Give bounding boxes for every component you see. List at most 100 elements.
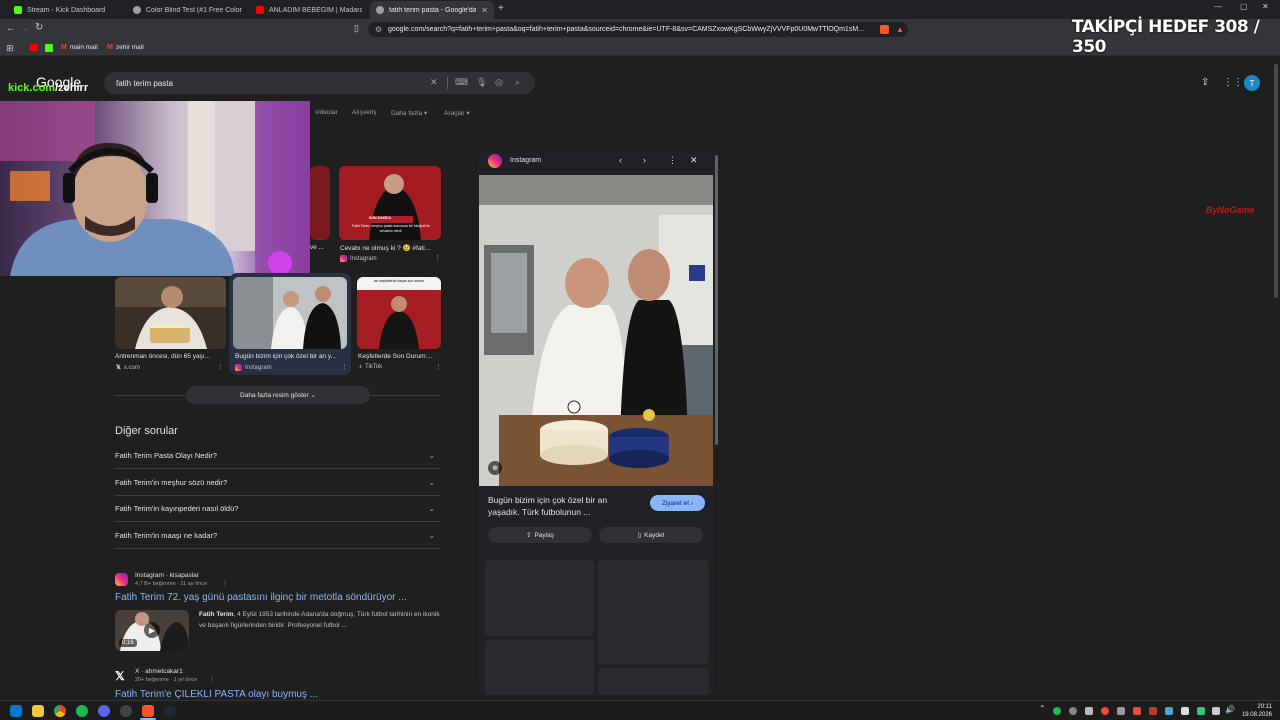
bookmark-zehir-mail[interactable]: Mzehir mail [107,44,144,51]
image-preview-panel: Instagram ‹ › ⋮ ✕ ⊕ Bugün bizim için çok… [479,150,715,695]
result-title-link[interactable]: Fatih Terim 72. yaş günü pastasını ilgin… [115,592,407,603]
minimize-icon[interactable]: — [1214,2,1222,11]
volume-icon[interactable]: 🔊 [1225,705,1235,714]
result-handle: ahmetcakar1 [145,668,183,675]
tab-videos[interactable]: videolar [315,109,338,116]
address-bar[interactable]: ⚙ google.com/search?q=fatih+terim+pasta&… [368,22,908,37]
new-tab-icon[interactable]: + [498,3,504,14]
maximize-icon[interactable]: ▢ [1240,2,1248,11]
paa-question[interactable]: Fatih Terim Pasta Olayı Nedir? ⌄ [115,442,441,468]
image-result-thumbnail[interactable] [115,277,226,349]
image-result-caption[interactable]: Cevabı ne olmuş ki ? 😢 #fati... [340,244,438,252]
tray-icon[interactable] [1101,707,1109,715]
image-result-caption[interactable]: Bugün bizim için çok özel bir an y... [235,353,345,360]
result-title-link[interactable]: Fatih Terim'e ÇİLEKLİ PASTA olayı buymuş… [115,689,318,700]
panel-source[interactable]: Instagram [510,157,541,164]
tray-icon[interactable] [1197,707,1205,715]
close-panel-icon[interactable]: ✕ [690,155,698,166]
bookmark-star-icon[interactable]: ▯ [354,23,359,34]
result-source[interactable]: Instagram · kisapaslar [135,572,199,579]
bookmark-main-mail[interactable]: Mmain mail [61,44,98,51]
brave-shield-icon[interactable] [880,25,889,34]
image-result-caption[interactable]: ve ... [310,244,332,251]
paa-question[interactable]: Fatih Terim'in meşhur sözü nedir? ⌄ [115,469,441,495]
microphone-icon[interactable]: 🎙 [476,77,487,88]
keyboard-icon[interactable]: ⌨ [455,77,468,88]
google-apps-icon[interactable]: ⋮⋮ [1223,77,1243,88]
tab-more[interactable]: Daha fazla ▾ [391,109,427,117]
image-result-caption[interactable]: Keşfetlerde Son Durum:... [358,353,436,360]
tray-chevron-icon[interactable]: ⌃ [1039,704,1046,713]
panel-caption[interactable]: Bugün bizim için çok özel bir an yaşadık… [488,494,628,518]
tab-kick[interactable]: Stream - Kick Dashboard [8,1,125,19]
youtube-bookmark-icon[interactable] [30,44,38,51]
brave-icon[interactable] [142,705,154,717]
image-result-thumbnail[interactable]: acı keşfetlerde kaçan son durum [357,277,441,349]
source-label: Instagram [350,255,377,262]
tray-icon[interactable] [1085,707,1093,715]
tab-shopping[interactable]: Alışveriş [352,109,377,116]
save-button[interactable]: ▯ Kaydet [599,527,703,543]
file-explorer-icon[interactable] [32,705,44,717]
account-avatar[interactable]: T [1244,75,1260,91]
image-result-thumbnail[interactable] [233,277,347,349]
visit-button[interactable]: Ziyaret et › [650,495,705,511]
forward-icon[interactable]: → [20,23,30,34]
spotify-tray-icon[interactable] [1053,707,1061,715]
search-icon[interactable]: ⌕ [515,77,520,88]
tray-icon[interactable] [1165,707,1173,715]
close-window-icon[interactable]: ✕ [1262,2,1269,11]
spotify-icon[interactable] [76,705,88,717]
image-result-thumbnail[interactable]: SON DAKİKA Fatih Terim, meşhur pasta sor… [339,166,441,240]
close-tab-icon[interactable]: ✕ [481,6,488,15]
chevron-down-icon: ⌄ [428,530,435,540]
video-thumbnail[interactable]: ▶ 0:16 [115,610,189,651]
lens-icon[interactable]: ◎ [495,77,503,88]
share-button[interactable]: ⇪ Paylaş [488,527,592,543]
prev-image-icon[interactable]: ‹ [619,155,622,165]
next-image-icon[interactable]: › [643,155,646,165]
more-options-icon[interactable]: ⋮ [341,363,348,371]
clear-search-icon[interactable]: ✕ [430,77,438,88]
tray-icon[interactable] [1069,707,1077,715]
tray-icon[interactable] [1133,707,1141,715]
page-scrollbar[interactable] [1274,64,1278,298]
brave-rewards-icon[interactable]: ▲ [896,25,904,34]
back-icon[interactable]: ← [6,23,16,34]
more-options-icon[interactable]: ⋮ [434,254,441,262]
tab-colorblind[interactable]: Color Blind Test (#1 Free Color Blind... [127,1,249,19]
more-options-icon[interactable]: ⋮ [668,155,677,166]
chrome-icon[interactable] [54,705,66,717]
more-options-icon[interactable]: ⋮ [217,363,224,371]
tab-label: fatih terim pasta - Google'da Ara [389,6,477,14]
apps-grid-icon[interactable]: ⊞ [6,43,14,54]
more-options-icon[interactable]: ⋮ [222,580,228,587]
result-source[interactable]: X · ahmetcakar1 [135,668,183,675]
more-options-icon[interactable]: ⋮ [435,363,442,371]
tray-icon[interactable] [1149,707,1157,715]
paa-question[interactable]: Fatih Terim'in maaşı ne kadar? ⌄ [115,522,441,548]
more-images-button[interactable]: Daha fazla resim göster ⌄ [186,386,370,404]
network-icon[interactable] [1212,707,1220,715]
image-expand-icon[interactable]: ⊕ [488,461,502,475]
steam-icon[interactable] [164,705,176,717]
clock[interactable]: 20:11 19.08.2026 [1238,703,1272,719]
obs-icon[interactable] [120,705,132,717]
kick-bookmark-icon[interactable] [45,44,53,52]
discord-icon[interactable] [98,705,110,717]
tab-youtube[interactable]: ANLADIM BEBEĞİM | Madara Olduk [250,1,368,19]
windows-start-icon[interactable] [10,705,22,717]
tab-google-search[interactable]: fatih terim pasta - Google'da Ara ✕ [370,1,494,19]
tray-icon[interactable] [1181,707,1189,715]
tray-icon[interactable] [1117,707,1125,715]
paa-question[interactable]: Fatih Terim'in kayınpederi nasıl öldü? ⌄ [115,495,441,521]
more-options-icon[interactable]: ⋮ [209,676,215,683]
image-result-caption[interactable]: Antrenman öncesi, dün 65 yaşı... [115,353,217,360]
reload-icon[interactable]: ↻ [35,22,43,33]
search-input[interactable]: fatih terim pasta ✕ ⌨ 🎙 ◎ ⌕ [104,72,535,94]
share-icon[interactable]: ⇪ [1201,77,1209,88]
tab-tools[interactable]: Araçlar ▾ [444,109,470,117]
preview-image[interactable] [479,175,713,486]
panel-scrollbar[interactable] [715,155,718,445]
image-result-thumbnail[interactable] [310,166,330,240]
